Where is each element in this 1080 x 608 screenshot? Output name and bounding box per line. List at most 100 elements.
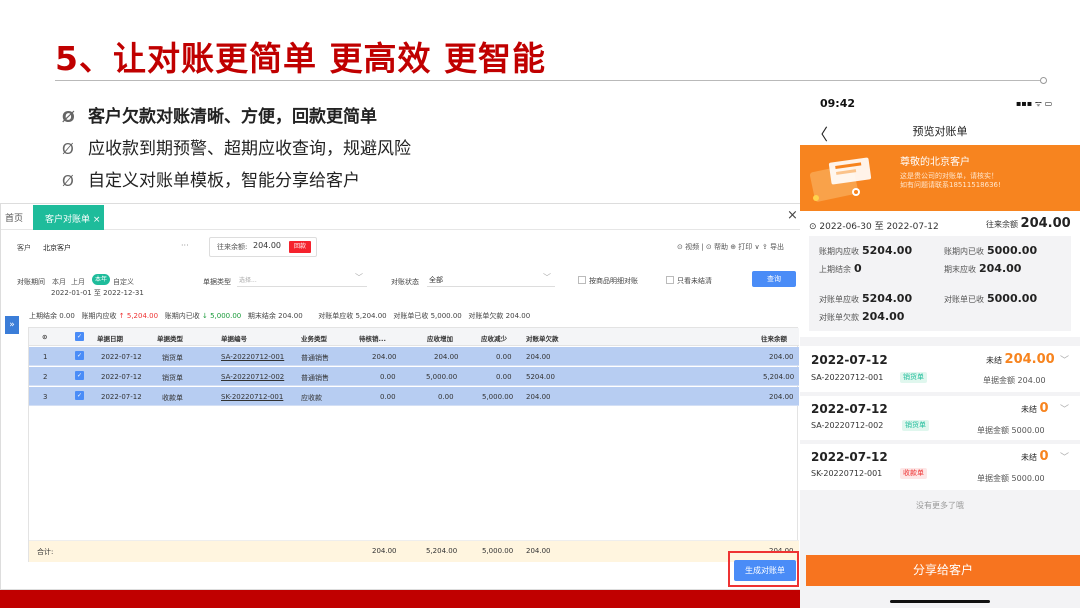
greeting-sub-2: 如有问题请联系18511518636! <box>900 181 1001 189</box>
phone-nav-title: 预览对账单 <box>912 125 968 138</box>
row-checkbox[interactable]: ✓ <box>75 391 84 400</box>
date-separator: 至 <box>93 289 101 297</box>
status-select[interactable]: 全部 <box>427 275 555 287</box>
doc-type-tag: 销货单 <box>900 372 927 383</box>
arrow-down-icon: ↓ <box>201 312 208 320</box>
customer-label: 客户 <box>17 244 31 252</box>
doctype-select[interactable]: 选择... <box>237 275 367 287</box>
bullet-1: Ø 客户欠款对账清晰、方便，回款更简单 <box>62 102 377 127</box>
period-this-year[interactable]: 本年 <box>92 274 110 285</box>
period-last-month[interactable]: 上月 <box>71 277 85 287</box>
period-custom[interactable]: 自定义 <box>113 277 134 287</box>
balance-value: 204.00 <box>253 241 281 250</box>
bullet-marker: Ø <box>62 140 74 158</box>
chevron-down-icon[interactable]: ﹀ <box>1060 353 1069 366</box>
share-to-customer-button[interactable]: 分享给客户 <box>806 555 1080 586</box>
statement-card[interactable]: 2022-07-12 未结 204.00 ﹀ SA-20220712-001 销… <box>800 346 1080 392</box>
product-detail-checkbox[interactable] <box>578 276 586 284</box>
settings-icon[interactable]: ⊙ <box>42 333 47 341</box>
period-label: 对账期间 <box>17 278 45 286</box>
home-indicator <box>890 600 990 603</box>
table-header: ⊙ ✓ 单据日期 单据类型 单据编号 业务类型 待核销... 应收增加 应收减少… <box>29 328 799 346</box>
doc-link[interactable]: SA-20220712-002 <box>221 373 284 381</box>
balance: 往来余额 204.00 <box>986 216 1071 231</box>
more-icon[interactable]: ··· <box>181 241 189 250</box>
col-owe[interactable]: 对账单欠款 <box>526 333 559 343</box>
table-row[interactable]: 2 ✓ 2022-07-12 销货单 SA-20220712-002 普通销售 … <box>29 367 799 386</box>
col-biz[interactable]: 业务类型 <box>301 333 327 343</box>
customer-select[interactable]: 北京客户 <box>43 243 71 253</box>
col-inc[interactable]: 应收增加 <box>427 333 453 343</box>
highlight-box <box>728 551 799 587</box>
query-button[interactable]: 查询 <box>752 271 796 287</box>
balance-label: 往来余额: <box>217 243 248 251</box>
clock-icon: ⊙ <box>809 222 817 232</box>
stat: 期末应收 204.00 <box>944 262 1022 275</box>
stat: 对账单应收 5204.00 <box>819 292 913 305</box>
stat: 账期内应收 5204.00 <box>819 244 913 257</box>
date-to: 2022-12-31 <box>103 289 144 297</box>
bullet-text: 应收款到期预警、超期应收查询，规避风险 <box>88 139 411 159</box>
col-pending[interactable]: 待核销... <box>359 333 386 343</box>
no-more-text: 没有更多了哦 <box>916 501 964 510</box>
tab-label: 客户对账单 <box>45 215 91 225</box>
stat: 上期结余 0 <box>819 262 862 275</box>
tab-home[interactable]: 首页 <box>5 211 23 224</box>
close-icon[interactable]: × <box>787 208 798 223</box>
period-this-month[interactable]: 本月 <box>52 277 66 287</box>
col-type[interactable]: 单据类型 <box>157 333 183 343</box>
doc-type-tag: 销货单 <box>902 420 929 431</box>
title-divider <box>55 80 1040 81</box>
unsettled-only-checkbox[interactable] <box>666 276 674 284</box>
doctype-label: 单据类型 <box>203 278 231 286</box>
bullet-2: Ø 应收款到期预警、超期应收查询，规避风险 <box>62 134 411 159</box>
slide-title: 5、让对账更简单 更高效 更智能 <box>55 39 546 78</box>
tab-bar <box>1 204 804 230</box>
stat: 对账单欠款 204.00 <box>819 310 905 323</box>
table-row[interactable]: 1 ✓ 2022-07-12 销货单 SA-20220712-001 普通销售 … <box>29 347 799 366</box>
statement-card[interactable]: 2022-07-12 未结 0 ﹀ SA-20220712-002 销货单 单据… <box>800 396 1080 440</box>
select-all-checkbox[interactable]: ✓ <box>75 332 84 341</box>
table-footer: 合计: 204.00 5,204.00 5,000.00 204.00 204.… <box>29 540 799 562</box>
tab-close-icon[interactable]: × <box>93 215 101 225</box>
toolbar-actions[interactable]: ⊙ 视频 | ⊙ 帮助 ⊕ 打印 ∨ ⇪ 导出 <box>677 242 784 252</box>
col-dec[interactable]: 应收减少 <box>481 333 507 343</box>
bullet-marker: Ø <box>62 172 74 190</box>
date-from: 2022-01-01 <box>51 289 92 297</box>
col-date[interactable]: 单据日期 <box>97 333 123 343</box>
row-checkbox[interactable]: ✓ <box>75 371 84 380</box>
stats-grid: 账期内应收 5204.00 账期内已收 5000.00 上期结余 0 期末应收 204.… <box>809 236 1071 331</box>
slide: 5、让对账更简单 更高效 更智能 Ø 客户欠款对账清晰、方便，回款更简单 Ø 应收款… <box>0 0 1080 608</box>
expand-sidebar-icon[interactable]: » <box>5 316 19 334</box>
summary-bar: 上期结余 0.00 账期内应收 ↑ 5,204.00 账期内已收 ↓ 5,000… <box>29 312 531 320</box>
signal-wifi-battery-icon: ▪▪▪ ᯤ ▭ <box>1016 99 1053 108</box>
bottom-accent-bar <box>0 590 800 608</box>
title-divider-dot <box>1040 77 1047 84</box>
chevron-down-icon[interactable]: ﹀ <box>1060 450 1069 463</box>
doc-type-tag: 收款单 <box>900 468 927 479</box>
chevron-down-icon[interactable]: ﹀ <box>543 272 551 283</box>
statement-table: ⊙ ✓ 单据日期 单据类型 单据编号 业务类型 待核销... 应收增加 应收减少… <box>28 327 799 562</box>
product-detail-label: 按商品明细对账 <box>589 277 638 285</box>
table-row[interactable]: 3 ✓ 2022-07-12 收款单 SK-20220712-001 应收款 0… <box>29 387 799 406</box>
doc-link[interactable]: SA-20220712-001 <box>221 353 284 361</box>
tab-customer-statement[interactable]: 客户对账单 × <box>33 205 104 230</box>
chevron-down-icon[interactable]: ﹀ <box>355 272 363 283</box>
bullet-marker: Ø <box>62 108 75 126</box>
bullet-text: 自定义对账单模板，智能分享给客户 <box>88 171 360 191</box>
customer-statement-window: 首页 客户对账单 × × 客户 北京客户 ··· 往来余额: 204.00 回款… <box>0 203 805 590</box>
stat: 账期内已收 5000.00 <box>944 244 1038 257</box>
repayment-button[interactable]: 回款 <box>289 241 311 253</box>
stat: 对账单已收 5000.00 <box>944 292 1038 305</box>
col-balance[interactable]: 往来余额 <box>761 333 787 343</box>
chevron-down-icon[interactable]: ﹀ <box>1060 402 1069 415</box>
col-no[interactable]: 单据编号 <box>221 333 247 343</box>
statement-illustration-icon <box>809 157 872 202</box>
bullet-3: Ø 自定义对账单模板，智能分享给客户 <box>62 166 360 191</box>
statement-card[interactable]: 2022-07-12 未结 0 ﹀ SK-20220712-001 收款单 单据… <box>800 444 1080 490</box>
doc-link[interactable]: SK-20220712-001 <box>221 393 283 401</box>
date-range[interactable]: 2022-01-01 至 2022-12-31 <box>51 288 144 298</box>
phone-time: 09:42 <box>820 97 856 110</box>
row-checkbox[interactable]: ✓ <box>75 351 84 360</box>
greeting-text: 尊敬的北京客户 <box>900 157 970 168</box>
